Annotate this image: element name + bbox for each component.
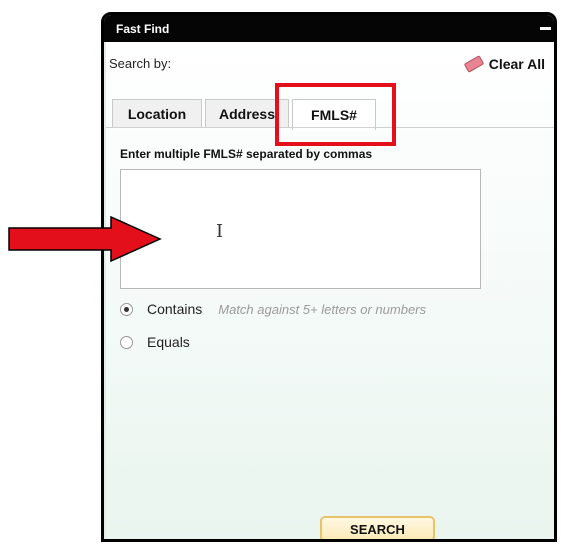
red-arrow-icon <box>8 216 162 262</box>
clear-all-button[interactable]: Clear All <box>463 55 545 73</box>
search-by-label: Search by: <box>109 56 172 71</box>
text-cursor-icon: I <box>216 221 224 242</box>
equals-radio[interactable] <box>120 335 133 349</box>
fmls-input[interactable]: I <box>120 169 481 289</box>
title-bar: Fast Find <box>104 15 554 42</box>
tab-location[interactable]: Location <box>112 99 202 127</box>
contains-label: Contains <box>147 301 203 317</box>
eraser-icon <box>463 55 485 73</box>
contains-option[interactable]: Contains Match against 5+ letters or num… <box>120 301 426 317</box>
fmls-instruction: Enter multiple FMLS# separated by commas <box>120 147 373 161</box>
equals-option[interactable]: Equals <box>120 334 190 350</box>
minimize-icon[interactable] <box>540 27 551 30</box>
contains-radio[interactable] <box>120 302 133 316</box>
contains-hint: Match against 5+ letters or numbers <box>218 301 427 317</box>
search-button[interactable]: SEARCH <box>320 516 435 539</box>
clear-all-label: Clear All <box>488 56 545 72</box>
annotation-highlight-box <box>275 83 396 146</box>
window-title: Fast Find <box>116 21 170 36</box>
equals-label: Equals <box>147 334 190 350</box>
